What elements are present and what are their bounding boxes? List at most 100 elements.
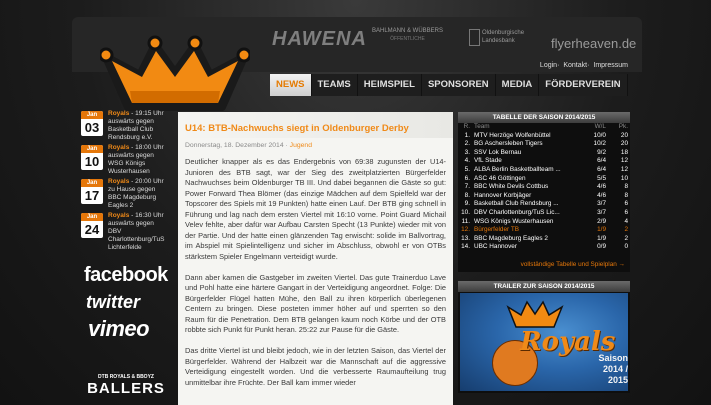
standings-row[interactable]: 6. ASC 46 Göttingen 5/5 10 — [458, 175, 630, 184]
standings-cell: 1. — [464, 131, 470, 139]
olb-logo-icon — [469, 29, 480, 46]
sponsor-bahlmann[interactable]: BAHLMANN & WÜBBERS ÖFFENTLICHE — [372, 27, 443, 43]
article-paragraph: Deutlicher knapper als es das Endergebni… — [185, 157, 446, 261]
sponsor-bahlmann-line2: ÖFFENTLICHE — [390, 36, 425, 42]
standings-cell: 11. — [461, 217, 470, 225]
main-nav: NEWS TEAMS HEIMSPIEL SPONSOREN MEDIA FÖR… — [270, 74, 628, 96]
login-link[interactable]: Login — [540, 62, 557, 69]
standings-cell: 20 — [620, 140, 628, 148]
event-item[interactable]: Jan 17 Royals - 20:00 Uhr zu Hause gegen BB… — [79, 178, 171, 212]
nav-sponsoren[interactable]: SPONSOREN — [422, 74, 496, 96]
standings-row[interactable]: 12. Bürgerfelder TB 1/9 2 — [458, 226, 630, 235]
standings-cell: 6 — [624, 200, 628, 208]
standings-cell: 10 — [620, 174, 628, 182]
standings-cell: 10/2 — [593, 140, 606, 148]
article-meta: Donnerstag, 18. Dezember 2014 · Jugend — [185, 142, 312, 149]
standings-cell: 4/6 — [597, 183, 606, 191]
standings-cell: 9. — [464, 200, 470, 208]
event-item[interactable]: Jan 24 Royals - 16:30 Uhr auswärts gegen DB… — [79, 212, 171, 251]
standings-cell: 1/9 — [597, 226, 606, 234]
standings-cell: 5. — [464, 165, 470, 173]
standings-cell: 0/9 — [597, 243, 606, 251]
sponsor-olb-line1: Oldenburgische — [482, 30, 525, 36]
standings-cell: Bürgerfelder TB — [474, 226, 519, 234]
standings-panel: TABELLE DER SAISON 2014/2015 R. Team W/L… — [458, 112, 630, 272]
facebook-icon[interactable]: facebook — [84, 264, 168, 287]
standings-cell: 14. — [461, 243, 470, 251]
trailer-panel: TRAILER ZUR SAISON 2014/2015 Royals Sais… — [458, 281, 630, 393]
article-date: Donnerstag, 18. Dezember 2014 — [185, 142, 284, 149]
sponsor-olb[interactable]: Oldenburgische Landesbank — [469, 29, 525, 46]
standings-row[interactable]: 1. MTV Herzöge Wolfenbüttel 10/0 20 — [458, 132, 630, 141]
article-title[interactable]: U14: BTB-Nachwuchs siegt in Oldenburger … — [185, 123, 409, 134]
standings-cell: 20 — [620, 131, 628, 139]
standings-row[interactable]: 4. VfL Stade 6/4 12 — [458, 157, 630, 166]
standings-cell: 12 — [620, 157, 628, 165]
sponsor-flyerheaven[interactable]: flyerheaven.de — [551, 36, 636, 51]
standings-cell: 3/7 — [597, 208, 606, 216]
standings-row[interactable]: 10. DBV Charlottenburg/TuS Lic... 3/7 6 — [458, 209, 630, 218]
sponsor-hawena[interactable]: HAWENA — [272, 28, 367, 51]
full-table-link[interactable]: vollständige Tabelle und Spielplan → — [521, 261, 625, 268]
standings-cell: 7. — [464, 183, 470, 191]
standings-table: R. Team W/L Pk. 1. MTV Herzöge Wolfenbütt… — [458, 123, 630, 252]
kontakt-link[interactable]: Kontakt — [563, 62, 587, 69]
standings-cell: 2 — [624, 234, 628, 242]
standings-cell: BBC Magdeburg Eagles 2 — [474, 234, 548, 242]
calendar-icon: Jan 03 — [81, 111, 103, 136]
nav-foerderverein[interactable]: FÖRDERVEREIN — [539, 74, 628, 96]
standings-cell: 12 — [620, 165, 628, 173]
event-item[interactable]: Jan 10 Royals - 18:00 Uhr auswärts gegen WS… — [79, 144, 171, 178]
twitter-icon[interactable]: twitter — [86, 292, 140, 313]
standings-cell: 4/6 — [597, 191, 606, 199]
standings-cell: ALBA Berlin Basketballteam ... — [474, 165, 561, 173]
nav-teams[interactable]: TEAMS — [312, 74, 358, 96]
vimeo-icon[interactable]: vimeo — [88, 316, 150, 342]
standings-row[interactable]: 3. SSV Lok Bernau 9/2 18 — [458, 149, 630, 158]
standings-cell: BG Aschersleben Tigers — [474, 140, 543, 148]
standings-cell: 6/4 — [597, 165, 606, 173]
standings-cell: UBC Hannover — [474, 243, 517, 251]
standings-cell: 12. — [461, 226, 470, 234]
upcoming-games: Jan 03 Royals - 19:15 Uhr auswärts gegen Ba… — [79, 110, 171, 251]
calendar-icon: Jan 24 — [81, 213, 103, 238]
royals-crown-logo[interactable] — [100, 35, 250, 115]
standings-row[interactable]: 7. BBC White Devils Cottbus 4/6 8 — [458, 183, 630, 192]
standings-cell: 10/0 — [593, 131, 606, 139]
standings-cell: 2/9 — [597, 217, 606, 225]
standings-row[interactable]: 2. BG Aschersleben Tigers 10/2 20 — [458, 140, 630, 149]
calendar-icon: Jan 10 — [81, 145, 103, 170]
standings-cell: 8 — [624, 183, 628, 191]
nav-media[interactable]: MEDIA — [496, 74, 540, 96]
standings-cell: 2. — [464, 140, 470, 148]
trailer-title: TRAILER ZUR SAISON 2014/2015 — [458, 281, 630, 292]
standings-row[interactable]: 8. Hannover Korbjäger 4/6 8 — [458, 192, 630, 201]
crown-icon — [506, 300, 564, 328]
article-category[interactable]: Jugend — [290, 142, 312, 149]
standings-cell: Hannover Korbjäger — [474, 191, 532, 199]
standings-row[interactable]: 14. UBC Hannover 0/9 0 — [458, 243, 630, 252]
nav-heimspiel[interactable]: HEIMSPIEL — [358, 74, 422, 96]
standings-cell: WSG Königs Wusterhausen — [474, 217, 554, 225]
news-article: U14: BTB-Nachwuchs siegt in Oldenburger … — [178, 112, 453, 405]
standings-cell: 5/5 — [597, 174, 606, 182]
standings-cell: 10. — [461, 208, 470, 216]
standings-row[interactable]: 13. BBC Magdeburg Eagles 2 1/9 2 — [458, 235, 630, 244]
calendar-icon: Jan 17 — [81, 179, 103, 204]
standings-row[interactable]: 9. Basketball Club Rendsburg ... 3/7 6 — [458, 200, 630, 209]
standings-cell: 4 — [624, 217, 628, 225]
standings-row[interactable]: 11. WSG Königs Wusterhausen 2/9 4 — [458, 218, 630, 227]
event-item[interactable]: Jan 03 Royals - 19:15 Uhr auswärts gegen Ba… — [79, 110, 171, 144]
standings-cell: 6/4 — [597, 157, 606, 165]
impressum-link[interactable]: Impressum — [593, 62, 628, 69]
standings-cell: 13. — [461, 234, 470, 242]
standings-row[interactable]: 5. ALBA Berlin Basketballteam ... 6/4 12 — [458, 166, 630, 175]
standings-cell: 9/2 — [597, 148, 606, 156]
trailer-video-thumbnail[interactable]: Royals Saison 2014 / 2015 — [460, 293, 628, 391]
standings-cell: 6 — [624, 208, 628, 216]
nav-news[interactable]: NEWS — [270, 74, 312, 96]
article-paragraph: Dann aber kamen die Gastgeber im zweiten… — [185, 272, 446, 335]
standings-cell: VfL Stade — [474, 157, 502, 165]
ballers-logo[interactable]: DTB ROYALS & BBOYZ BALLERS — [84, 358, 168, 405]
article-body: Deutlicher knapper als es das Endergebni… — [185, 157, 446, 399]
